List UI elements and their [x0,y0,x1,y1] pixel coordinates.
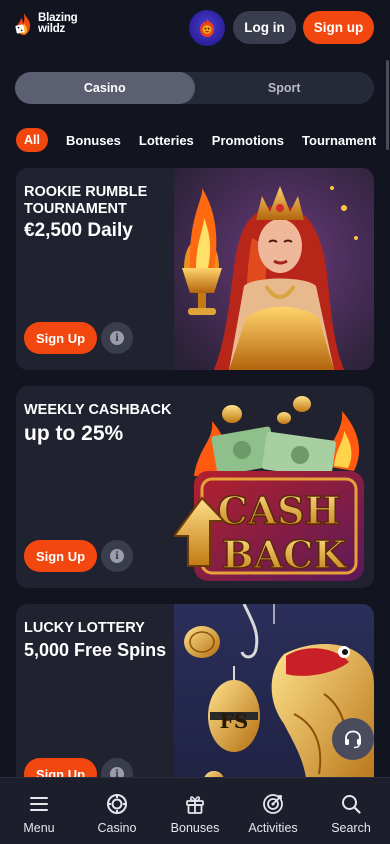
info-icon: i [110,549,124,563]
card-title: €2,500 Daily [24,220,133,241]
card-kicker: WEEKLY CASHBACK [24,402,172,418]
promo-card-lottery[interactable]: FS LUCKY LOTTERY 5,000 Free Spins Sign U… [16,604,374,806]
nav-search-label: Search [331,821,371,835]
info-icon: i [110,331,124,345]
card-info-button[interactable]: i [101,322,133,354]
promo-filter-bar: All Bonuses Lotteries Promotions Tournam… [16,127,376,153]
nav-bonuses[interactable]: Bonuses [156,778,234,844]
signup-button[interactable]: Sign up [303,11,374,44]
search-icon [342,795,361,814]
card-title: 5,000 Free Spins [24,640,167,660]
nav-casino-label: Casino [97,821,137,835]
nav-menu[interactable]: Menu [0,778,78,844]
cash-back-wallet-image: CASH BACK [174,386,374,588]
brand-logo[interactable]: Blazing wildz [14,12,78,36]
card-signup-button[interactable]: Sign Up [24,322,97,354]
tab-sport[interactable]: Sport [195,72,375,104]
bottom-navigation: Menu Casino Bonuses Activities Search [0,777,390,844]
nav-search[interactable]: Search [312,778,390,844]
nav-activities-label: Activities [248,821,298,835]
filter-all[interactable]: All [16,128,48,152]
card-signup-button[interactable]: Sign Up [24,540,97,572]
tab-casino[interactable]: Casino [15,72,195,104]
card-kicker: LUCKY LOTTERY [24,620,145,636]
filter-tournament[interactable]: Tournament [302,133,376,148]
filter-bonuses[interactable]: Bonuses [66,133,121,148]
nav-bonuses-label: Bonuses [170,821,220,835]
page-scrollbar[interactable] [386,60,389,150]
nav-menu-label: Menu [23,821,55,835]
gift-icon [186,796,204,814]
card-info-button[interactable]: i [101,540,133,572]
fs-art-text: FS [220,709,249,733]
cash-art-text: CASH [217,488,340,533]
brand-line-2: wildz [38,23,66,35]
card-kicker: ROOKIE RUMBLE TOURNAMENT [24,184,148,217]
menu-icon [30,797,48,811]
golden-fish-lure-image: FS [174,604,374,806]
casino-chip-icon [107,794,127,814]
promotions-page: Blazing wildz Log in Sign up Casino Spor… [0,0,390,844]
filter-lotteries[interactable]: Lotteries [139,133,194,148]
login-button[interactable]: Log in [233,11,296,44]
promo-avatar-button[interactable] [189,10,225,46]
back-art-text: BACK [222,532,349,577]
brand-wordmark: Blazing wildz [38,12,78,35]
flame-logo-icon [15,13,31,35]
filter-promotions[interactable]: Promotions [212,133,284,148]
promo-card-tournament[interactable]: ROOKIE RUMBLE TOURNAMENT €2,500 Daily Si… [16,168,374,370]
support-chat-button[interactable] [332,718,374,760]
nav-activities[interactable]: Activities [234,778,312,844]
nav-casino[interactable]: Casino [78,778,156,844]
target-icon [263,794,283,814]
card-title: up to 25% [24,422,124,445]
queen-with-flaming-chalice-image [174,168,374,370]
headset-icon [345,730,361,749]
product-switch: Casino Sport [15,72,374,104]
top-header: Blazing wildz Log in Sign up [0,0,390,56]
fire-lion-icon [200,19,214,37]
promo-card-cashback[interactable]: CASH BACK WEEKLY CASHBACK up to 25% Sign… [16,386,374,588]
